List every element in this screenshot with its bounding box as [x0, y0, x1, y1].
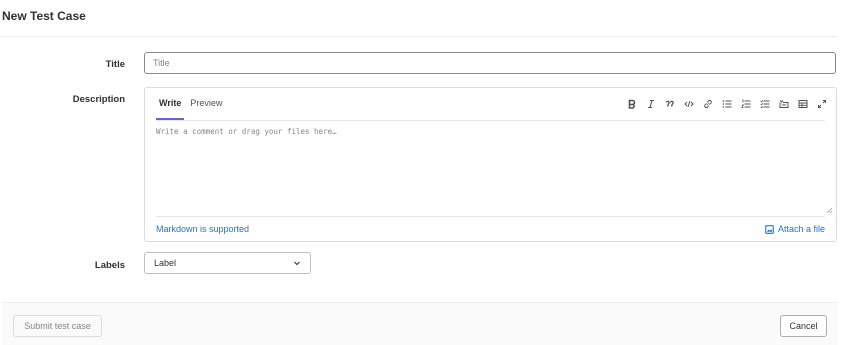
editor-header-divider [156, 120, 825, 121]
table-icon[interactable] [793, 96, 812, 112]
title-label: Title [105, 59, 125, 70]
labels-dropdown-value: Label [154, 258, 177, 268]
code-icon[interactable] [679, 96, 698, 112]
tab-preview[interactable]: Preview [187, 88, 225, 120]
chevron-down-icon [294, 261, 300, 266]
link-icon[interactable] [698, 96, 717, 112]
editor-toolbar [622, 96, 831, 112]
fullscreen-icon[interactable] [812, 96, 831, 112]
attach-file-link[interactable]: Attach a file [765, 224, 825, 234]
description-label: Description [72, 94, 125, 105]
tab-write[interactable]: Write [156, 88, 185, 120]
description-textarea[interactable] [156, 122, 826, 216]
image-icon [765, 224, 774, 234]
task-list-icon[interactable] [755, 96, 774, 112]
markdown-editor: Write Preview Write a comment or drag yo… [144, 87, 837, 242]
bold-icon[interactable] [622, 96, 641, 112]
form-actions-bar: Submit test case Cancel [2, 302, 838, 345]
title-input[interactable] [144, 52, 836, 74]
resize-grip-icon[interactable] [825, 206, 833, 214]
quote-icon[interactable] [660, 96, 679, 112]
numbered-list-icon[interactable] [736, 96, 755, 112]
submit-test-case-button[interactable]: Submit test case [13, 315, 102, 337]
labels-label: Labels [94, 260, 125, 271]
italic-icon[interactable] [641, 96, 660, 112]
markdown-supported-link[interactable]: Markdown is supported [156, 224, 249, 234]
cancel-button[interactable]: Cancel [780, 315, 827, 337]
title-divider [0, 36, 838, 37]
collapsible-section-icon[interactable] [774, 96, 793, 112]
labels-dropdown[interactable]: Label [144, 252, 311, 274]
page-title: New Test Case [2, 9, 86, 23]
attach-file-label: Attach a file [777, 224, 825, 234]
editor-footer-divider [156, 216, 825, 217]
bulleted-list-icon[interactable] [717, 96, 736, 112]
editor-tabs: Write Preview [156, 88, 228, 120]
